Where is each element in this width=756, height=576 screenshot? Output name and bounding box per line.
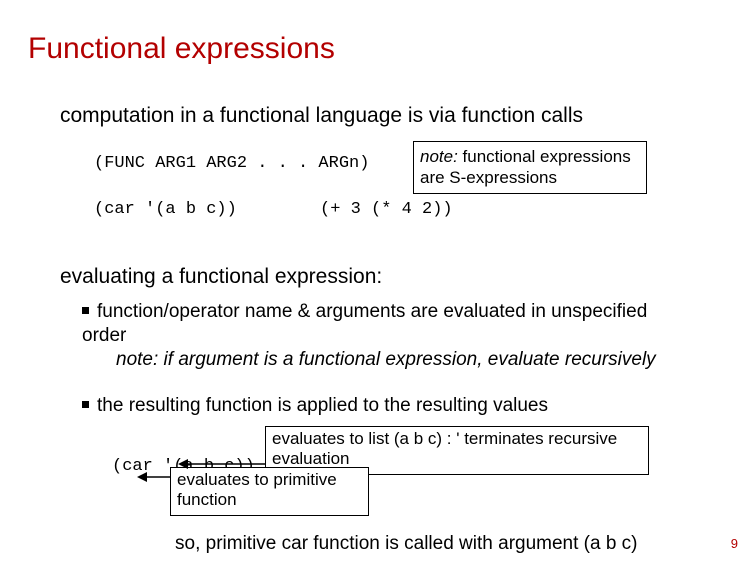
bullet1-note: note: if argument is a functional expres…: [116, 349, 656, 370]
code-example-plus: (+ 3 (* 4 2)): [320, 200, 453, 219]
bullet-1: function/operator name & arguments are e…: [82, 300, 672, 371]
slide-content: Functional expressions computation in a …: [0, 0, 756, 576]
bullet-2: the resulting function is applied to the…: [82, 395, 672, 417]
arrow-icon: [137, 470, 173, 484]
bullet1-text: function/operator name & arguments are e…: [82, 301, 647, 346]
conclusion-text: so, primitive car function is called wit…: [175, 533, 638, 555]
arrow-icon: [178, 457, 268, 471]
note-box: note: functional expressions are S-expre…: [413, 141, 647, 194]
bullet-square-icon: [82, 401, 89, 408]
note-label: note:: [420, 147, 458, 166]
slide-title: Functional expressions: [28, 32, 335, 66]
bullet2-text: the resulting function is applied to the…: [97, 395, 548, 416]
page-number: 9: [731, 536, 738, 551]
eval-heading: evaluating a functional expression:: [60, 265, 382, 289]
annotation-primitive-eval: evaluates to primitive function: [170, 467, 369, 516]
intro-text: computation in a functional language is …: [60, 104, 583, 128]
code-syntax: (FUNC ARG1 ARG2 . . . ARGn): [94, 154, 369, 173]
code-example-car: (car '(a b c)): [94, 200, 237, 219]
bullet-square-icon: [82, 307, 89, 314]
